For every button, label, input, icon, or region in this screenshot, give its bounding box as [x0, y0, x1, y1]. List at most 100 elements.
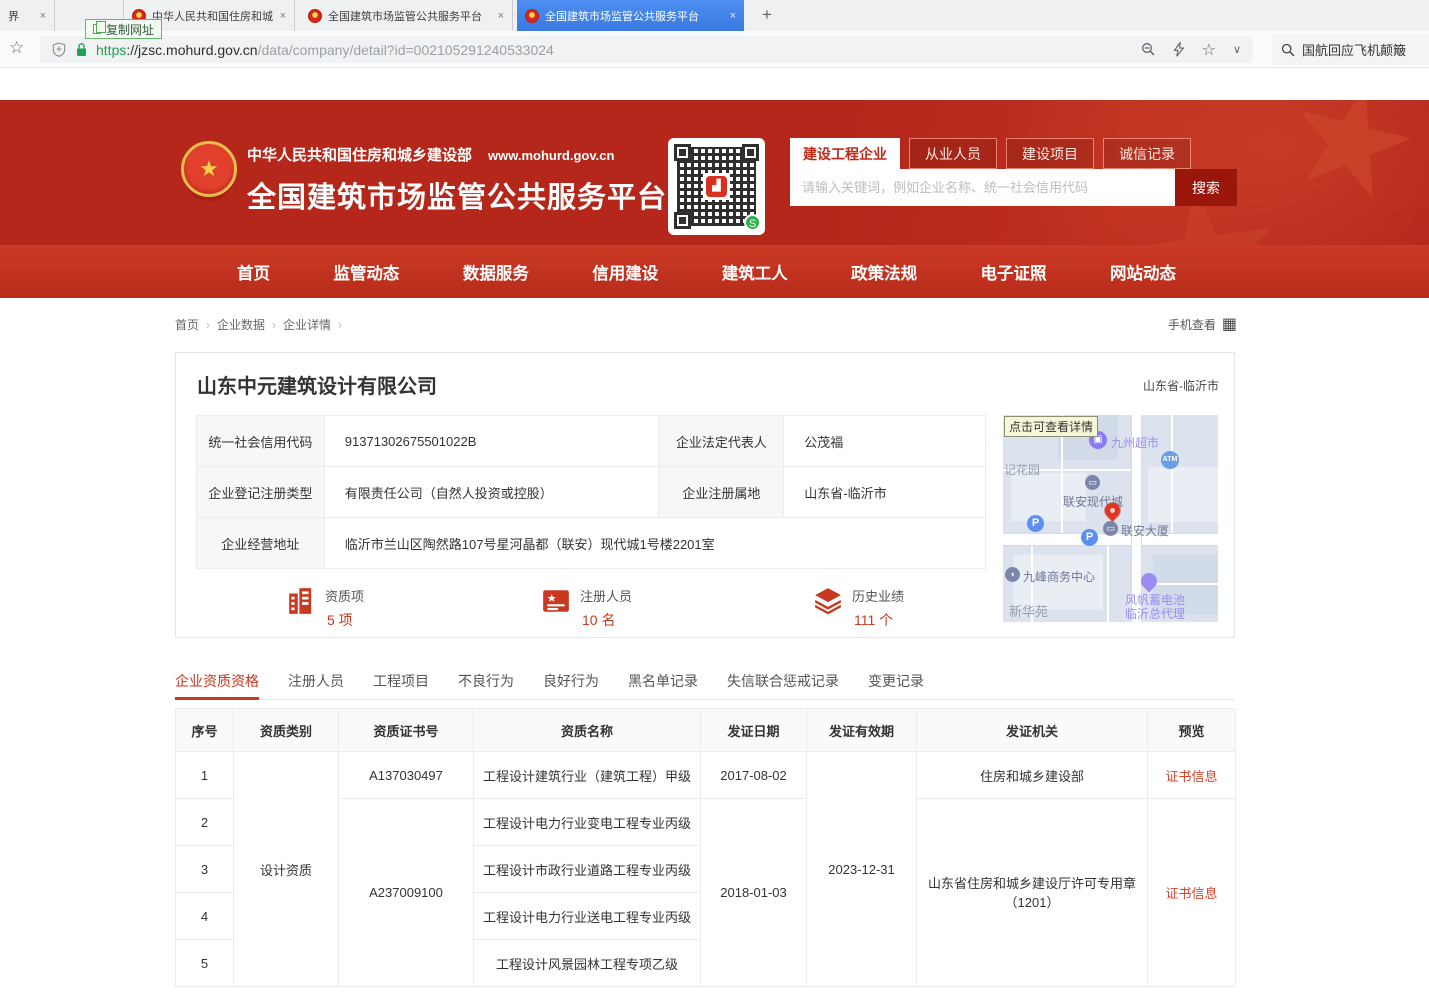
breadcrumb-company-data[interactable]: 企业数据	[217, 316, 265, 333]
site-title-group: 中华人民共和国住房和城乡建设部 www.mohurd.gov.cn 全国建筑市场…	[247, 144, 667, 216]
breadcrumb-separator: ›	[206, 318, 210, 332]
parking-icon: P	[1027, 515, 1044, 532]
map-label: 记花园	[1004, 461, 1040, 478]
keyword-search-input[interactable]	[790, 169, 1175, 206]
tab-dishonesty-records[interactable]: 失信联合惩戒记录	[727, 666, 839, 700]
breadcrumb-separator: ›	[272, 318, 276, 332]
col-header: 资质名称	[474, 709, 701, 752]
table-row: 1 设计资质 A137030497 工程设计建筑行业（建筑工程）甲级 2017-…	[176, 752, 1236, 799]
tab-projects[interactable]: 工程项目	[373, 666, 429, 700]
tab-title: 全国建筑市场监管公共服务平台	[545, 8, 724, 24]
tab-change-records[interactable]: 变更记录	[868, 666, 924, 700]
nav-item-site-news[interactable]: 网站动态	[1110, 260, 1176, 284]
close-icon[interactable]: ×	[40, 10, 46, 22]
tab-good-behavior[interactable]: 良好行为	[543, 666, 599, 700]
cell-seq: 4	[176, 893, 234, 940]
company-card: 山东中元建筑设计有限公司 山东省-临沂市 统一社会信用代码 9137130267…	[175, 352, 1235, 638]
cell-authority: 山东省住房和城乡建设厅许可专用章 （1201）	[917, 799, 1148, 987]
browser-tab-jzsc[interactable]: 全国建筑市场监管公共服务平台 ×	[300, 0, 513, 31]
search-tab-personnel[interactable]: 从业人员	[909, 138, 997, 169]
tab-blacklist[interactable]: 黑名单记录	[628, 666, 698, 700]
field-label: 统一社会信用代码	[197, 416, 325, 467]
stat-registered-personnel[interactable]: 注册人员 10 名	[541, 586, 632, 630]
legal-rep-value: 公茂福	[784, 416, 986, 467]
national-emblem-logo: ★	[181, 141, 237, 197]
cell-seq: 1	[176, 752, 234, 799]
search-tab-enterprise[interactable]: 建设工程企业	[790, 138, 900, 169]
map-label: 新华苑	[1009, 601, 1048, 620]
qr-center: ▟	[703, 173, 730, 200]
bookmark-star-icon[interactable]: ☆	[9, 38, 24, 58]
search-button[interactable]: 搜索	[1175, 169, 1237, 206]
header-search-module: 建设工程企业 从业人员 建设项目 诚信记录 搜索	[790, 138, 1237, 206]
tab-registered-personnel[interactable]: 注册人员	[288, 666, 344, 700]
shield-permission-icon[interactable]	[52, 42, 66, 57]
browser-tab-active[interactable]: 全国建筑市场监管公共服务平台 ×	[517, 0, 744, 31]
certificate-info-link[interactable]: 证书信息	[1165, 769, 1217, 784]
zoom-out-icon[interactable]	[1141, 42, 1156, 57]
hot-search-box[interactable]: 国航回应飞机颠簸	[1272, 34, 1429, 65]
cell-authority: 住房和城乡建设部	[917, 752, 1148, 799]
nav-item-e-license[interactable]: 电子证照	[981, 260, 1047, 284]
tab-bad-behavior[interactable]: 不良行为	[458, 666, 514, 700]
parking-icon: P	[1081, 529, 1098, 546]
col-header: 序号	[176, 709, 234, 752]
nav-item-home[interactable]: 首页	[237, 260, 270, 284]
search-tab-credit[interactable]: 诚信记录	[1103, 138, 1191, 169]
close-icon[interactable]: ×	[730, 10, 736, 22]
cell-seq: 2	[176, 799, 234, 846]
nav-item-supervision[interactable]: 监管动态	[333, 260, 399, 284]
nav-item-credit[interactable]: 信用建设	[592, 260, 658, 284]
tab-title: 中华人民共和国住房和城乡建设	[152, 8, 274, 24]
nav-item-data-service[interactable]: 数据服务	[463, 260, 529, 284]
qr-finder	[674, 212, 691, 229]
lock-icon	[75, 42, 88, 57]
cell-qual-name: 工程设计建筑行业（建筑工程）甲级	[474, 752, 701, 799]
copy-url-tooltip[interactable]: 复制网址	[85, 19, 162, 39]
tab-title: 全国建筑市场监管公共服务平台	[328, 8, 492, 24]
qr-finder	[674, 144, 691, 161]
building-icon	[286, 586, 316, 616]
map-label: 九州超市	[1111, 434, 1159, 451]
detail-tab-bar: 企业资质资格 注册人员 工程项目 不良行为 良好行为 黑名单记录 失信联合惩戒记…	[175, 666, 1235, 700]
map-road	[1171, 415, 1173, 533]
nav-item-workers[interactable]: 建筑工人	[722, 260, 788, 284]
map-label: 临沂总代理	[1125, 605, 1185, 622]
search-category-tabs: 建设工程企业 从业人员 建设项目 诚信记录	[790, 138, 1237, 169]
close-icon[interactable]: ×	[280, 10, 286, 22]
stat-value: 5 项	[325, 610, 364, 630]
favorite-star-icon[interactable]: ☆	[1202, 40, 1216, 60]
browser-tab-partial[interactable]: 界 ×	[0, 0, 55, 31]
building-pin-icon: ▭	[1103, 521, 1118, 536]
search-tab-project[interactable]: 建设项目	[1006, 138, 1094, 169]
breadcrumb-company-detail[interactable]: 企业详情	[283, 316, 331, 333]
address-input[interactable]: https://jzsc.mohurd.gov.cn/data/company/…	[40, 36, 1253, 63]
cell-cert-no: A137030497	[339, 752, 474, 799]
map-tooltip: 点击可查看详情	[1004, 416, 1098, 437]
cell-cert-no: A237009100	[339, 799, 474, 987]
building-pin-icon: ▭	[1085, 475, 1100, 490]
col-header: 资质证书号	[339, 709, 474, 752]
qr-logo-icon: ▟	[706, 176, 727, 197]
breadcrumb-home[interactable]: 首页	[175, 316, 199, 333]
new-tab-button[interactable]: +	[755, 4, 779, 28]
url-path: /data/company/detail?id=0021052912405330…	[258, 42, 554, 58]
stat-qualifications[interactable]: 资质项 5 项	[286, 586, 364, 630]
reg-type-value: 有限责任公司（自然人投资或控股）	[324, 467, 659, 518]
mobile-view-link[interactable]: 手机查看 ▦	[1168, 316, 1237, 333]
table-row: 统一社会信用代码 91371302675501022B 企业法定代表人 公茂福	[197, 416, 986, 467]
chevron-down-icon[interactable]: ∨	[1233, 43, 1241, 56]
qualification-table: 序号 资质类别 资质证书号 资质名称 发证日期 发证有效期 发证机关 预览 1 …	[175, 708, 1236, 987]
atm-pin-icon: ATM	[1161, 451, 1179, 469]
stat-historical-performance[interactable]: 历史业绩 111 个	[813, 586, 904, 630]
certificate-info-link[interactable]: 证书信息	[1165, 886, 1217, 901]
hot-search-text: 国航回应飞机颠簸	[1302, 40, 1406, 59]
location-map[interactable]: 点击可查看详情 ▣ 九州超市 ATM 记花园 ▭ 联安现代城 P P ▭ 联安大…	[1003, 415, 1218, 622]
map-label: 联安大厦	[1121, 522, 1169, 539]
cell-category: 设计资质	[234, 752, 339, 987]
id-card-icon	[541, 586, 571, 616]
tab-qualifications[interactable]: 企业资质资格	[175, 666, 259, 700]
close-icon[interactable]: ×	[498, 10, 504, 22]
lightning-icon[interactable]	[1173, 42, 1185, 57]
nav-item-policy[interactable]: 政策法规	[851, 260, 917, 284]
